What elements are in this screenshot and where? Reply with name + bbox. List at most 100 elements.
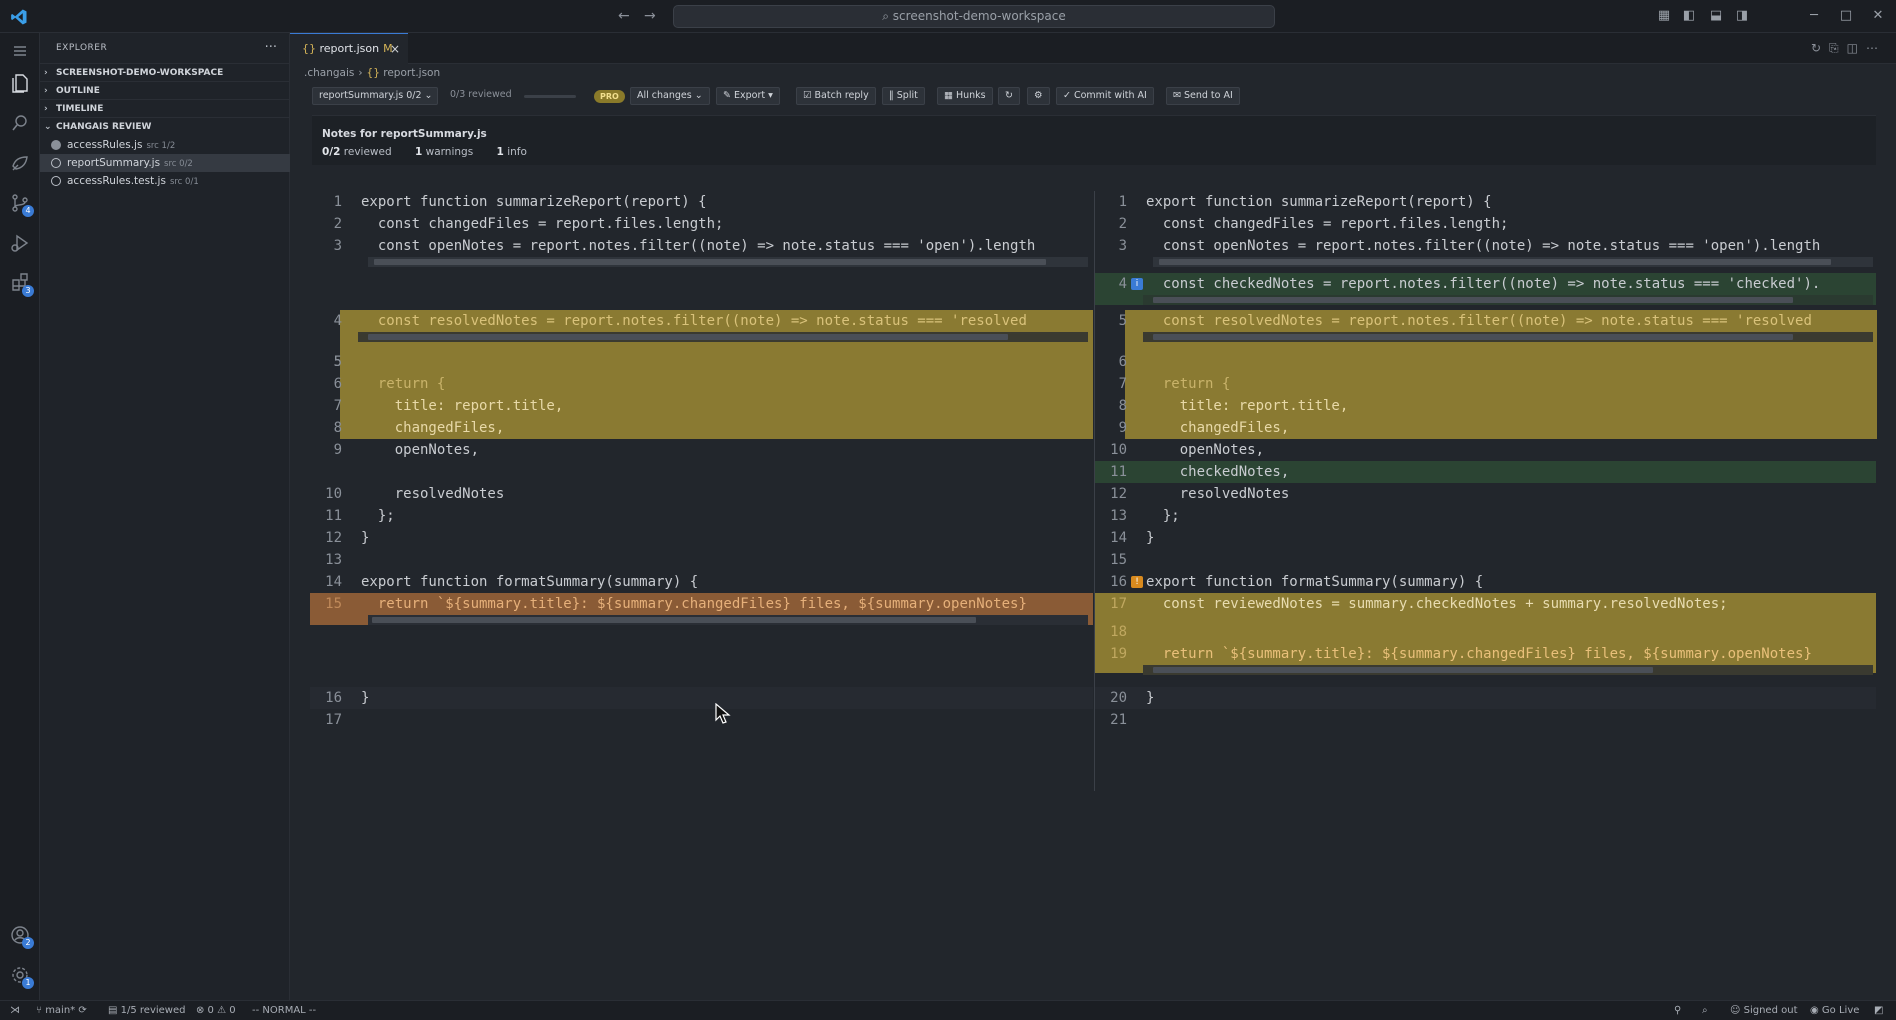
breadcrumb-folder[interactable]: .changais: [304, 67, 354, 79]
customize-layout-icon[interactable]: ▦: [1656, 8, 1672, 24]
chevron-down-icon: ⌄: [44, 122, 52, 132]
reviewed-status[interactable]: ▤ 1/5 reviewed: [108, 1001, 185, 1020]
code-line: 17: [310, 709, 1093, 731]
line-number: 4: [333, 313, 342, 329]
code-line: 2 const changedFiles = report.files.leng…: [1095, 213, 1876, 235]
section-outline[interactable]: › OUTLINE: [40, 81, 290, 99]
reviewed-value: 0/2: [322, 146, 341, 158]
maximize-icon[interactable]: □: [1838, 8, 1854, 24]
tab-report-json[interactable]: {} report.json M ×: [290, 33, 408, 64]
arrow-right-icon[interactable]: →: [644, 8, 656, 24]
toggle-secondary-sidebar-icon[interactable]: ◨: [1734, 8, 1750, 24]
horizontal-scrollbar[interactable]: [358, 332, 1088, 342]
sidebar-title: EXPLORER: [56, 43, 108, 53]
horizontal-scrollbar[interactable]: [1143, 332, 1873, 342]
line-number: 21: [1110, 712, 1127, 728]
pro-badge: PRO: [594, 90, 625, 103]
review-icon: ▤: [108, 1005, 118, 1016]
close-tab-icon[interactable]: ×: [390, 34, 400, 64]
section-workspace[interactable]: › SCREENSHOT-DEMO-WORKSPACE: [40, 63, 290, 81]
commit-with-ai-button[interactable]: ✓ Commit with AI: [1056, 87, 1154, 105]
changais-icon[interactable]: [8, 151, 32, 175]
remote-icon[interactable]: ⋊: [10, 1001, 20, 1020]
review-file-item[interactable]: reportSummary.js src 0/2: [40, 154, 290, 172]
line-number: 18: [1110, 624, 1127, 640]
section-timeline[interactable]: › TIMELINE: [40, 99, 290, 117]
location-icon[interactable]: ⚲: [1674, 1001, 1681, 1020]
code-text: changedFiles,: [1146, 420, 1290, 436]
horizontal-scrollbar[interactable]: [368, 257, 1088, 267]
zoom-icon[interactable]: ⌕: [1702, 1001, 1708, 1020]
section-changais-review[interactable]: ⌄ CHANGAIS REVIEW: [40, 117, 290, 135]
diff-pane-modified[interactable]: 1 export function summarizeReport(report)…: [1094, 191, 1877, 791]
problems-status[interactable]: ⊗ 0 ⚠ 0: [196, 1001, 236, 1020]
signed-out-status[interactable]: ☺ Signed out: [1730, 1001, 1798, 1020]
file-select-value: reportSummary.js 0/2: [319, 90, 422, 101]
line-number: 16: [325, 690, 342, 706]
sidebar-more-icon[interactable]: ···: [265, 40, 277, 55]
menu-icon[interactable]: [8, 39, 32, 63]
settings-button[interactable]: ⚙: [1027, 87, 1050, 105]
horizontal-scrollbar[interactable]: [368, 615, 1088, 625]
diff-pane-original[interactable]: 1 export function summarizeReport(report)…: [310, 191, 1093, 791]
breadcrumb-file[interactable]: report.json: [383, 67, 440, 79]
code-text: resolvedNotes: [361, 486, 505, 502]
arrow-left-icon[interactable]: ←: [618, 8, 630, 24]
code-line: 16}: [310, 687, 1093, 709]
code-line: 14}: [1095, 527, 1876, 549]
code-line: 4 const resolvedNotes = report.notes.fil…: [310, 310, 1093, 332]
chevron-right-icon: ›: [44, 86, 48, 96]
code-line: 12}: [310, 527, 1093, 549]
settings-icon[interactable]: 1: [8, 963, 34, 989]
file-select[interactable]: reportSummary.js 0/2 ⌄: [312, 87, 438, 105]
line-number: 17: [1110, 596, 1127, 612]
send-to-ai-button[interactable]: ✉ Send to AI: [1166, 87, 1240, 105]
horizontal-scrollbar[interactable]: [1143, 295, 1873, 305]
open-changes-icon[interactable]: ⎘: [1829, 41, 1847, 55]
code-text: return {: [1146, 376, 1231, 392]
code-line: 6: [1095, 351, 1876, 373]
explorer-icon[interactable]: [8, 71, 32, 95]
horizontal-scrollbar[interactable]: [1143, 665, 1873, 675]
split-button[interactable]: ‖ Split: [882, 87, 925, 105]
warning-marker-icon[interactable]: !: [1131, 576, 1143, 588]
hunks-button[interactable]: ▦ Hunks: [937, 87, 993, 105]
refresh-button[interactable]: ↻: [998, 87, 1020, 105]
file-meta: src 1/2: [146, 141, 176, 151]
vim-mode: -- NORMAL --: [252, 1005, 317, 1016]
export-button[interactable]: ✎ Export ▾: [716, 87, 780, 105]
toggle-panel-icon[interactable]: ⬓: [1708, 8, 1724, 24]
toggle-sidebar-icon[interactable]: ◧: [1681, 8, 1697, 24]
code-line: 20}: [1095, 687, 1876, 709]
code-text: changedFiles,: [361, 420, 505, 436]
chevron-right-icon: ›: [44, 104, 48, 114]
notifications-icon[interactable]: ◩: [1874, 1001, 1883, 1020]
source-control-icon[interactable]: 4: [8, 191, 34, 217]
run-debug-icon[interactable]: [8, 231, 32, 255]
search-icon[interactable]: [8, 111, 32, 135]
code-line: 11 };: [310, 505, 1093, 527]
chevron-right-icon: ›: [44, 68, 48, 78]
code-text: const resolvedNotes = report.notes.filte…: [1146, 313, 1812, 329]
batch-reply-button[interactable]: ☑ Batch reply: [796, 87, 876, 105]
command-center-search[interactable]: ⌕ screenshot-demo-workspace: [673, 5, 1275, 28]
close-window-icon[interactable]: ✕: [1870, 8, 1886, 24]
split-editor-icon[interactable]: ◫: [1847, 41, 1866, 55]
branch-indicator[interactable]: ⑂ main* ⟳: [36, 1001, 87, 1020]
code-line: 3 const openNotes = report.notes.filter(…: [310, 235, 1093, 257]
horizontal-scrollbar[interactable]: [1153, 257, 1873, 267]
info-marker-icon[interactable]: i: [1131, 278, 1143, 290]
code-line: 14 export function formatSummary(summary)…: [310, 571, 1093, 593]
extensions-icon[interactable]: 3: [8, 271, 34, 297]
refresh-icon[interactable]: ↻: [1811, 41, 1829, 55]
code-line: 10 resolvedNotes: [310, 483, 1093, 505]
go-live-text: Go Live: [1821, 1005, 1860, 1016]
changes-select[interactable]: All changes ⌄: [630, 87, 710, 105]
status-bar: ⋊ ⑂ main* ⟳ ▤ 1/5 reviewed ⊗ 0 ⚠ 0 -- NO…: [0, 1000, 1896, 1020]
more-actions-icon[interactable]: ⋯: [1866, 41, 1886, 55]
minimize-icon[interactable]: ─: [1806, 8, 1822, 24]
account-icon[interactable]: 2: [8, 923, 34, 949]
review-file-item[interactable]: accessRules.js src 1/2: [40, 136, 290, 154]
go-live-button[interactable]: ◉ Go Live: [1810, 1001, 1859, 1020]
review-file-item[interactable]: accessRules.test.js src 0/1: [40, 172, 290, 190]
